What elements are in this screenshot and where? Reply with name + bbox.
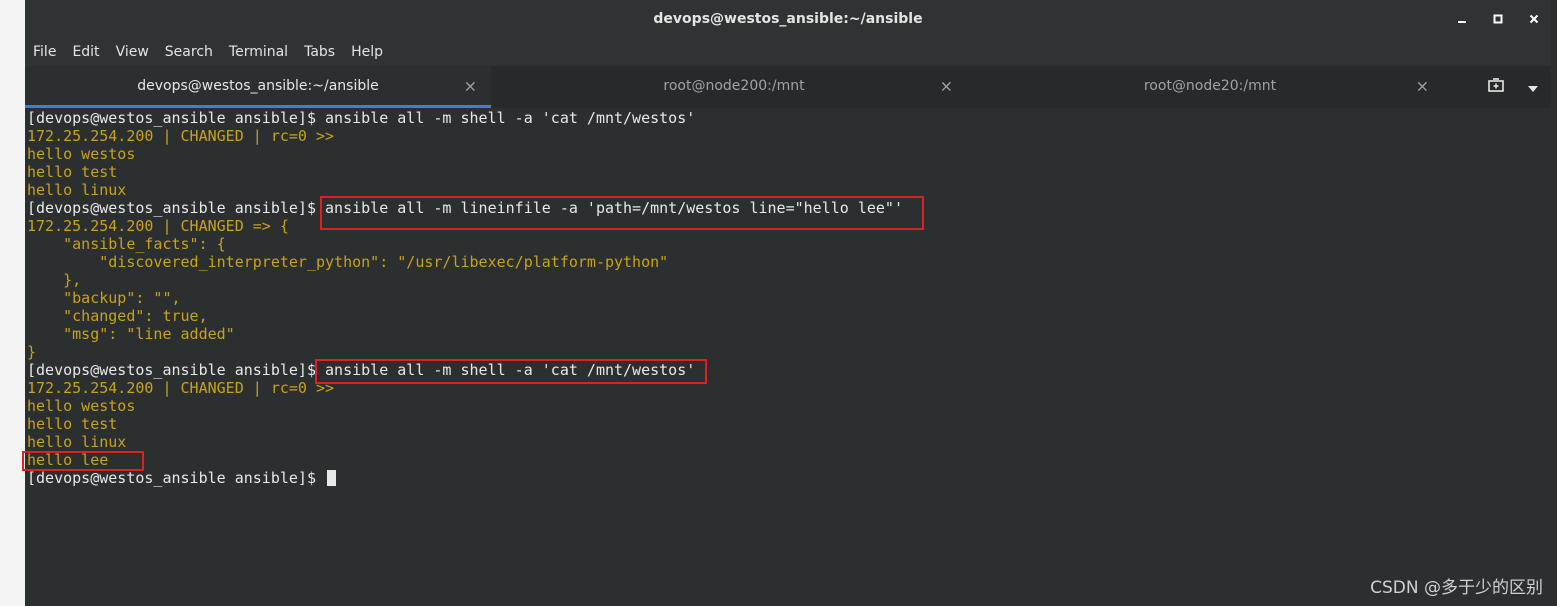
menu-help[interactable]: Help <box>351 44 383 60</box>
terminal-output[interactable]: [devops@westos_ansible ansible]$ ansible… <box>22 108 1551 606</box>
terminal-prompt-line: [devops@westos_ansible ansible]$ <box>27 469 337 487</box>
terminal-line: "changed": true, <box>27 307 208 325</box>
menu-edit[interactable]: Edit <box>72 44 99 60</box>
terminal-line: 172.25.254.200 | CHANGED => { <box>27 217 289 235</box>
terminal-window: devops@westos_ansible:~/ansible File Edi… <box>22 0 1551 606</box>
maximize-icon[interactable] <box>1489 10 1507 28</box>
terminal-line: [devops@westos_ansible ansible]$ ansible… <box>27 109 696 127</box>
menu-search[interactable]: Search <box>165 44 213 60</box>
terminal-line: }, <box>27 271 82 289</box>
desktop-edge <box>0 0 25 606</box>
tab-node200[interactable]: root@node200:/mnt × <box>501 66 967 108</box>
tab-node20[interactable]: root@node20:/mnt × <box>977 66 1443 108</box>
prompt-text: [devops@westos_ansible ansible]$ <box>27 469 326 487</box>
terminal-line: hello linux <box>27 433 127 451</box>
tab-tools <box>1443 66 1551 108</box>
menu-view[interactable]: View <box>116 44 149 60</box>
terminal-line: hello westos <box>27 145 136 163</box>
terminal-line: 172.25.254.200 | CHANGED | rc=0 >> <box>27 127 335 145</box>
terminal-line: hello linux <box>27 181 127 199</box>
tab-label: devops@westos_ansible:~/ansible <box>137 77 379 94</box>
new-tab-icon[interactable] <box>1487 77 1505 97</box>
highlight-box-lineinfile-command <box>320 196 924 230</box>
menu-file[interactable]: File <box>33 44 56 60</box>
tab-label: root@node200:/mnt <box>663 77 805 94</box>
tab-bar: devops@westos_ansible:~/ansible × root@n… <box>25 66 1551 108</box>
minimize-icon[interactable] <box>1453 10 1471 28</box>
terminal-line: } <box>27 343 37 361</box>
window-title: devops@westos_ansible:~/ansible <box>653 11 923 27</box>
tab-label: root@node20:/mnt <box>1143 77 1277 94</box>
terminal-line: "ansible_facts": { <box>27 235 226 253</box>
terminal-line: hello test <box>27 163 118 181</box>
highlight-box-cat-command <box>315 359 707 384</box>
terminal-line: 172.25.254.200 | CHANGED | rc=0 >> <box>27 379 335 397</box>
terminal-line: "discovered_interpreter_python": "/usr/l… <box>27 253 669 271</box>
text-cursor <box>327 470 337 486</box>
tab-close-icon[interactable]: × <box>1416 76 1429 95</box>
tab-close-icon[interactable]: × <box>940 76 953 95</box>
watermark: CSDN @多于少的区别 <box>1370 578 1543 598</box>
terminal-line: hello westos <box>27 397 136 415</box>
highlight-box-hello-lee <box>22 451 144 471</box>
terminal-line: hello test <box>27 415 118 433</box>
tab-devops[interactable]: devops@westos_ansible:~/ansible × <box>25 66 491 108</box>
window-controls <box>1453 0 1543 38</box>
right-edge <box>1551 0 1557 606</box>
title-bar: devops@westos_ansible:~/ansible <box>25 0 1551 38</box>
menu-tabs[interactable]: Tabs <box>304 44 335 60</box>
menu-terminal[interactable]: Terminal <box>229 44 288 60</box>
menu-bar: File Edit View Search Terminal Tabs Help <box>25 38 1551 66</box>
close-icon[interactable] <box>1525 10 1543 28</box>
terminal-line: "backup": "", <box>27 289 181 307</box>
tab-close-icon[interactable]: × <box>464 76 477 95</box>
terminal-line: "msg": "line added" <box>27 325 235 343</box>
chevron-down-icon[interactable] <box>1527 78 1539 97</box>
